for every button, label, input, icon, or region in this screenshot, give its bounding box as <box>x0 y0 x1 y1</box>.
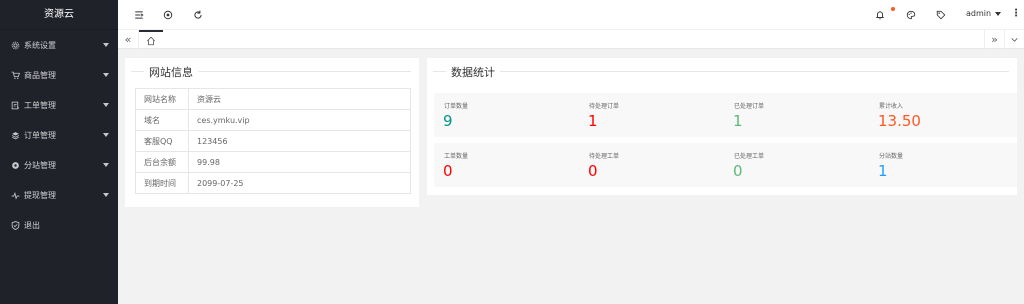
stat-label: 已处理订单 <box>734 103 765 110</box>
table-key: 域名 <box>135 109 189 131</box>
shield-icon <box>10 220 21 231</box>
chevron-down-icon <box>103 133 109 137</box>
tag-icon[interactable] <box>935 9 947 21</box>
globe-icon[interactable] <box>162 9 174 21</box>
chevron-down-icon <box>103 163 109 167</box>
sidebar-item-label: 退出 <box>24 220 40 230</box>
sidebar-item-products[interactable]: 商品管理 <box>0 60 118 90</box>
stat-label: 累计收入 <box>879 103 904 110</box>
top-header: admin ⋮ <box>118 0 1024 30</box>
sidebar-item-label: 订单管理 <box>24 130 56 140</box>
bell-icon[interactable] <box>874 9 886 21</box>
table-row: 客服QQ 123456 <box>135 130 411 152</box>
stat-card-pending-tickets: 待处理工单 0 <box>579 143 727 187</box>
stat-card-tickets: 工单数量 0 <box>434 143 582 187</box>
table-value: 99.98 <box>188 151 411 173</box>
stat-card-orders: 订单数量 9 <box>434 93 582 137</box>
stat-label: 待处理订单 <box>589 103 620 110</box>
stat-card-processed-tickets: 已处理工单 0 <box>724 143 872 187</box>
sidebar-item-logout[interactable]: 退出 <box>0 210 118 240</box>
sidebar-item-orders[interactable]: 订单管理 <box>0 120 118 150</box>
chevron-down-icon <box>103 73 109 77</box>
globe-icon <box>10 160 21 171</box>
table-value: 资源云 <box>188 88 411 110</box>
refresh-icon[interactable] <box>192 9 204 21</box>
stat-label: 已处理工单 <box>734 153 765 160</box>
sidebar-item-system-settings[interactable]: 系统设置 <box>0 30 118 60</box>
stat-card-processed-orders: 已处理订单 1 <box>724 93 872 137</box>
gear-icon <box>10 40 21 51</box>
pulse-icon <box>10 190 21 201</box>
stats-panel: 数据统计 订单数量 9 待处理订单 1 已处理订单 1 累计收入 13.50 工… <box>427 58 1017 195</box>
tabs-menu-icon[interactable] <box>1004 30 1024 49</box>
ticket-icon <box>10 100 21 111</box>
table-key: 客服QQ <box>135 130 189 152</box>
stat-value: 1 <box>733 112 743 130</box>
stat-card-pending-orders: 待处理订单 1 <box>579 93 727 137</box>
user-menu[interactable]: admin <box>966 9 1002 18</box>
stat-value: 0 <box>443 162 453 180</box>
table-value: 2099-07-25 <box>188 172 411 194</box>
chevron-down-icon <box>995 11 1002 16</box>
stat-label: 订单数量 <box>444 103 469 110</box>
table-value: ces.ymku.vip <box>188 109 411 131</box>
site-info-title: 网站信息 <box>144 64 198 80</box>
stat-card-substations: 分站数量 1 <box>869 143 1017 187</box>
stat-value: 1 <box>878 162 888 180</box>
tab-bar: « » <box>118 30 1024 49</box>
menu-fold-icon[interactable] <box>133 9 145 21</box>
chevron-down-icon <box>103 43 109 47</box>
table-key: 后台余额 <box>135 151 189 173</box>
tab-home[interactable] <box>139 30 163 49</box>
stat-value: 0 <box>588 162 598 180</box>
sidebar-item-label: 系统设置 <box>24 40 56 50</box>
sidebar-item-label: 商品管理 <box>24 70 56 80</box>
theme-icon[interactable] <box>905 9 917 21</box>
cart-icon <box>10 70 21 81</box>
sidebar-item-label: 分站管理 <box>24 160 56 170</box>
sidebar-item-label: 工单管理 <box>24 100 56 110</box>
table-row: 到期时间 2099-07-25 <box>135 172 411 194</box>
stat-value: 13.50 <box>878 112 921 130</box>
tabs-prev-icon[interactable]: « <box>118 30 139 49</box>
site-info-table: 网站名称 资源云 域名 ces.ymku.vip 客服QQ 123456 后台余… <box>135 88 411 194</box>
table-row: 网站名称 资源云 <box>135 88 411 110</box>
stats-title: 数据统计 <box>446 64 500 80</box>
sidebar-item-tickets[interactable]: 工单管理 <box>0 90 118 120</box>
stat-card-total-income: 累计收入 13.50 <box>869 93 1017 137</box>
sidebar-item-substations[interactable]: 分站管理 <box>0 150 118 180</box>
brand-logo[interactable]: 资源云 <box>0 0 118 30</box>
home-icon <box>146 36 156 45</box>
layers-icon <box>10 130 21 141</box>
stat-value: 1 <box>588 112 598 130</box>
table-row: 域名 ces.ymku.vip <box>135 109 411 131</box>
sidebar-item-label: 提现管理 <box>24 190 56 200</box>
sidebar-item-withdrawals[interactable]: 提现管理 <box>0 180 118 210</box>
stat-value: 0 <box>733 162 743 180</box>
table-value: 123456 <box>188 130 411 152</box>
chevron-down-icon <box>103 103 109 107</box>
more-icon[interactable]: ⋮ <box>1011 9 1021 19</box>
tabs-next-icon[interactable]: » <box>984 30 1004 49</box>
sidebar: 资源云 系统设置 商品管理 工单管理 订单管理 分站管理 提现管理 退出 <box>0 0 118 304</box>
chevron-down-icon <box>103 193 109 197</box>
stat-label: 工单数量 <box>444 153 469 160</box>
table-key: 网站名称 <box>135 88 189 110</box>
stat-value: 9 <box>443 112 453 130</box>
table-key: 到期时间 <box>135 172 189 194</box>
notification-dot <box>891 7 895 11</box>
stat-label: 待处理工单 <box>589 153 620 160</box>
stat-label: 分站数量 <box>879 153 904 160</box>
table-row: 后台余额 99.98 <box>135 151 411 173</box>
site-info-panel: 网站信息 网站名称 资源云 域名 ces.ymku.vip 客服QQ 12345… <box>125 58 419 207</box>
username: admin <box>966 9 992 18</box>
